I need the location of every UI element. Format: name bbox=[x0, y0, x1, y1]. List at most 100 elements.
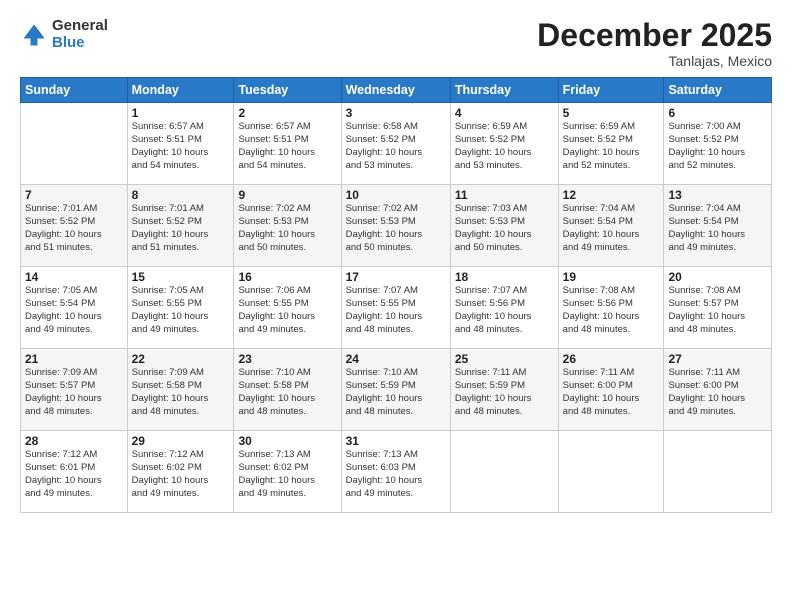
calendar-cell: 24Sunrise: 7:10 AM Sunset: 5:59 PM Dayli… bbox=[341, 349, 450, 431]
calendar-cell bbox=[21, 103, 128, 185]
day-info: Sunrise: 7:11 AM Sunset: 5:59 PM Dayligh… bbox=[455, 367, 554, 418]
day-number: 6 bbox=[668, 106, 767, 120]
day-number: 15 bbox=[132, 270, 230, 284]
calendar-cell: 2Sunrise: 6:57 AM Sunset: 5:51 PM Daylig… bbox=[234, 103, 341, 185]
calendar-cell: 6Sunrise: 7:00 AM Sunset: 5:52 PM Daylig… bbox=[664, 103, 772, 185]
calendar-cell: 22Sunrise: 7:09 AM Sunset: 5:58 PM Dayli… bbox=[127, 349, 234, 431]
logo-text: General Blue bbox=[52, 18, 108, 51]
day-info: Sunrise: 7:08 AM Sunset: 5:56 PM Dayligh… bbox=[563, 285, 660, 336]
day-info: Sunrise: 7:10 AM Sunset: 5:59 PM Dayligh… bbox=[346, 367, 446, 418]
month-title: December 2025 bbox=[537, 18, 772, 53]
day-info: Sunrise: 7:13 AM Sunset: 6:02 PM Dayligh… bbox=[238, 449, 336, 500]
day-number: 4 bbox=[455, 106, 554, 120]
day-number: 3 bbox=[346, 106, 446, 120]
day-number: 21 bbox=[25, 352, 123, 366]
day-number: 1 bbox=[132, 106, 230, 120]
day-number: 9 bbox=[238, 188, 336, 202]
day-number: 5 bbox=[563, 106, 660, 120]
day-number: 12 bbox=[563, 188, 660, 202]
calendar-day-header: Tuesday bbox=[234, 78, 341, 103]
day-info: Sunrise: 7:06 AM Sunset: 5:55 PM Dayligh… bbox=[238, 285, 336, 336]
calendar-week-row: 7Sunrise: 7:01 AM Sunset: 5:52 PM Daylig… bbox=[21, 185, 772, 267]
calendar-week-row: 21Sunrise: 7:09 AM Sunset: 5:57 PM Dayli… bbox=[21, 349, 772, 431]
day-number: 17 bbox=[346, 270, 446, 284]
day-number: 7 bbox=[25, 188, 123, 202]
calendar-cell: 3Sunrise: 6:58 AM Sunset: 5:52 PM Daylig… bbox=[341, 103, 450, 185]
calendar-day-header: Thursday bbox=[450, 78, 558, 103]
calendar-cell bbox=[558, 431, 664, 513]
day-info: Sunrise: 6:57 AM Sunset: 5:51 PM Dayligh… bbox=[132, 121, 230, 172]
logo: General Blue bbox=[20, 18, 108, 51]
calendar-week-row: 14Sunrise: 7:05 AM Sunset: 5:54 PM Dayli… bbox=[21, 267, 772, 349]
day-number: 11 bbox=[455, 188, 554, 202]
calendar-cell: 27Sunrise: 7:11 AM Sunset: 6:00 PM Dayli… bbox=[664, 349, 772, 431]
day-number: 31 bbox=[346, 434, 446, 448]
day-number: 29 bbox=[132, 434, 230, 448]
day-info: Sunrise: 7:08 AM Sunset: 5:57 PM Dayligh… bbox=[668, 285, 767, 336]
day-number: 28 bbox=[25, 434, 123, 448]
calendar-cell: 21Sunrise: 7:09 AM Sunset: 5:57 PM Dayli… bbox=[21, 349, 128, 431]
header: General Blue December 2025 Tanlajas, Mex… bbox=[20, 18, 772, 69]
location: Tanlajas, Mexico bbox=[537, 53, 772, 69]
day-info: Sunrise: 7:01 AM Sunset: 5:52 PM Dayligh… bbox=[25, 203, 123, 254]
calendar-day-header: Friday bbox=[558, 78, 664, 103]
calendar-cell: 14Sunrise: 7:05 AM Sunset: 5:54 PM Dayli… bbox=[21, 267, 128, 349]
calendar-cell: 4Sunrise: 6:59 AM Sunset: 5:52 PM Daylig… bbox=[450, 103, 558, 185]
logo-blue: Blue bbox=[52, 35, 108, 52]
day-number: 10 bbox=[346, 188, 446, 202]
calendar-cell: 7Sunrise: 7:01 AM Sunset: 5:52 PM Daylig… bbox=[21, 185, 128, 267]
day-info: Sunrise: 7:12 AM Sunset: 6:01 PM Dayligh… bbox=[25, 449, 123, 500]
calendar-cell bbox=[664, 431, 772, 513]
day-info: Sunrise: 7:05 AM Sunset: 5:54 PM Dayligh… bbox=[25, 285, 123, 336]
calendar-day-header: Monday bbox=[127, 78, 234, 103]
day-number: 13 bbox=[668, 188, 767, 202]
day-info: Sunrise: 7:03 AM Sunset: 5:53 PM Dayligh… bbox=[455, 203, 554, 254]
day-number: 30 bbox=[238, 434, 336, 448]
day-info: Sunrise: 7:09 AM Sunset: 5:57 PM Dayligh… bbox=[25, 367, 123, 418]
calendar-cell: 13Sunrise: 7:04 AM Sunset: 5:54 PM Dayli… bbox=[664, 185, 772, 267]
calendar-day-header: Sunday bbox=[21, 78, 128, 103]
calendar-cell: 30Sunrise: 7:13 AM Sunset: 6:02 PM Dayli… bbox=[234, 431, 341, 513]
calendar-day-header: Wednesday bbox=[341, 78, 450, 103]
day-number: 24 bbox=[346, 352, 446, 366]
page: General Blue December 2025 Tanlajas, Mex… bbox=[0, 0, 792, 612]
day-info: Sunrise: 7:11 AM Sunset: 6:00 PM Dayligh… bbox=[668, 367, 767, 418]
day-info: Sunrise: 7:02 AM Sunset: 5:53 PM Dayligh… bbox=[346, 203, 446, 254]
calendar-cell: 25Sunrise: 7:11 AM Sunset: 5:59 PM Dayli… bbox=[450, 349, 558, 431]
day-number: 18 bbox=[455, 270, 554, 284]
calendar-week-row: 1Sunrise: 6:57 AM Sunset: 5:51 PM Daylig… bbox=[21, 103, 772, 185]
calendar-cell: 23Sunrise: 7:10 AM Sunset: 5:58 PM Dayli… bbox=[234, 349, 341, 431]
day-info: Sunrise: 7:04 AM Sunset: 5:54 PM Dayligh… bbox=[563, 203, 660, 254]
day-info: Sunrise: 7:09 AM Sunset: 5:58 PM Dayligh… bbox=[132, 367, 230, 418]
calendar-cell: 12Sunrise: 7:04 AM Sunset: 5:54 PM Dayli… bbox=[558, 185, 664, 267]
day-info: Sunrise: 6:59 AM Sunset: 5:52 PM Dayligh… bbox=[455, 121, 554, 172]
day-number: 2 bbox=[238, 106, 336, 120]
calendar-cell: 10Sunrise: 7:02 AM Sunset: 5:53 PM Dayli… bbox=[341, 185, 450, 267]
day-number: 8 bbox=[132, 188, 230, 202]
calendar-cell: 16Sunrise: 7:06 AM Sunset: 5:55 PM Dayli… bbox=[234, 267, 341, 349]
calendar-cell: 11Sunrise: 7:03 AM Sunset: 5:53 PM Dayli… bbox=[450, 185, 558, 267]
day-info: Sunrise: 7:11 AM Sunset: 6:00 PM Dayligh… bbox=[563, 367, 660, 418]
calendar-week-row: 28Sunrise: 7:12 AM Sunset: 6:01 PM Dayli… bbox=[21, 431, 772, 513]
day-info: Sunrise: 7:01 AM Sunset: 5:52 PM Dayligh… bbox=[132, 203, 230, 254]
calendar-header-row: SundayMondayTuesdayWednesdayThursdayFrid… bbox=[21, 78, 772, 103]
calendar-cell: 8Sunrise: 7:01 AM Sunset: 5:52 PM Daylig… bbox=[127, 185, 234, 267]
day-info: Sunrise: 7:02 AM Sunset: 5:53 PM Dayligh… bbox=[238, 203, 336, 254]
day-number: 14 bbox=[25, 270, 123, 284]
calendar-cell: 20Sunrise: 7:08 AM Sunset: 5:57 PM Dayli… bbox=[664, 267, 772, 349]
day-info: Sunrise: 7:07 AM Sunset: 5:56 PM Dayligh… bbox=[455, 285, 554, 336]
day-info: Sunrise: 6:58 AM Sunset: 5:52 PM Dayligh… bbox=[346, 121, 446, 172]
calendar-cell: 17Sunrise: 7:07 AM Sunset: 5:55 PM Dayli… bbox=[341, 267, 450, 349]
calendar-cell: 19Sunrise: 7:08 AM Sunset: 5:56 PM Dayli… bbox=[558, 267, 664, 349]
calendar-cell: 31Sunrise: 7:13 AM Sunset: 6:03 PM Dayli… bbox=[341, 431, 450, 513]
calendar-cell: 18Sunrise: 7:07 AM Sunset: 5:56 PM Dayli… bbox=[450, 267, 558, 349]
calendar-day-header: Saturday bbox=[664, 78, 772, 103]
calendar-cell: 29Sunrise: 7:12 AM Sunset: 6:02 PM Dayli… bbox=[127, 431, 234, 513]
day-info: Sunrise: 7:04 AM Sunset: 5:54 PM Dayligh… bbox=[668, 203, 767, 254]
calendar-cell: 5Sunrise: 6:59 AM Sunset: 5:52 PM Daylig… bbox=[558, 103, 664, 185]
day-number: 27 bbox=[668, 352, 767, 366]
day-info: Sunrise: 7:10 AM Sunset: 5:58 PM Dayligh… bbox=[238, 367, 336, 418]
calendar-cell: 15Sunrise: 7:05 AM Sunset: 5:55 PM Dayli… bbox=[127, 267, 234, 349]
calendar-table: SundayMondayTuesdayWednesdayThursdayFrid… bbox=[20, 77, 772, 513]
day-info: Sunrise: 7:13 AM Sunset: 6:03 PM Dayligh… bbox=[346, 449, 446, 500]
